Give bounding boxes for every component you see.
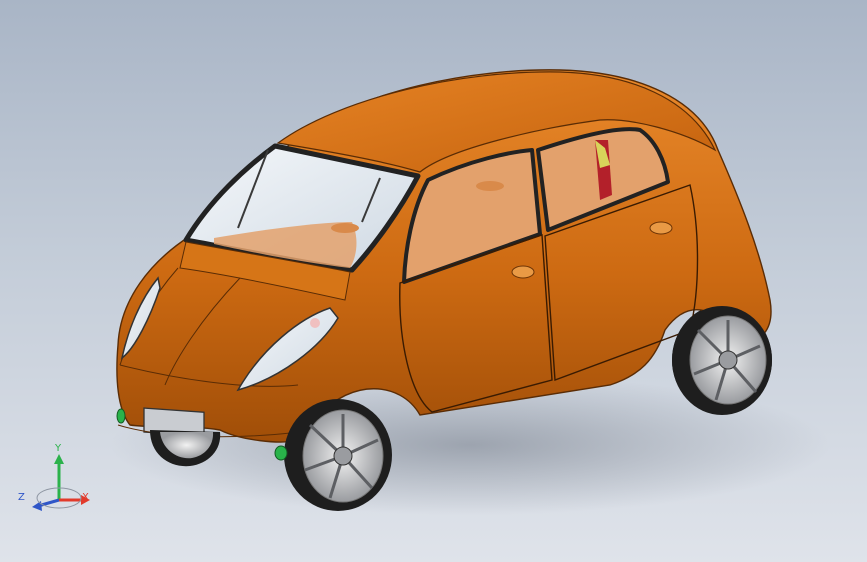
view-orientation-triad[interactable]: Y Z X bbox=[14, 432, 104, 522]
y-axis-label: Y bbox=[55, 443, 62, 454]
graphics-viewport[interactable]: Y Z X bbox=[0, 0, 867, 562]
front-right-wheel bbox=[284, 399, 392, 511]
front-door-handle bbox=[511, 265, 535, 279]
x-axis-label: X bbox=[82, 492, 89, 503]
rear-left-wheel bbox=[672, 306, 772, 414]
z-axis-label: Z bbox=[18, 492, 25, 503]
front-right-indicator bbox=[274, 445, 288, 461]
car-model[interactable] bbox=[0, 0, 867, 562]
rear-door-handle bbox=[649, 221, 673, 235]
front-left-indicator bbox=[116, 408, 126, 424]
